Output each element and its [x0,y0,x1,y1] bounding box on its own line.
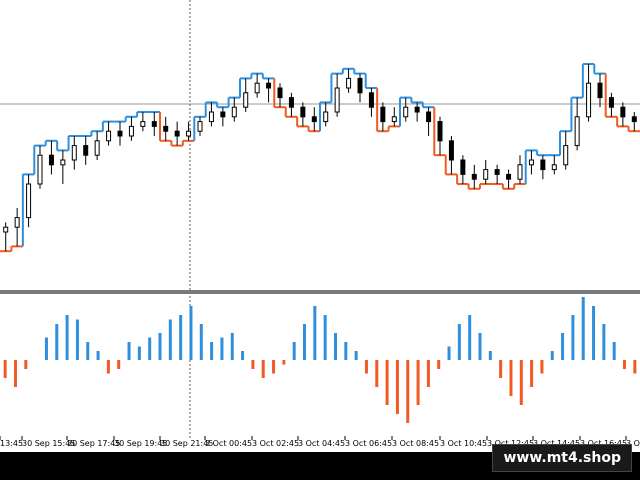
candle-body [608,97,614,108]
candle-body [277,87,283,99]
x-tick-label: 30 Sep 17:45 [67,439,120,448]
candle-body [3,226,9,233]
candle-body [414,106,420,113]
candle-body [311,116,317,123]
candle-body [163,125,169,132]
chart-area: 13:4530 Sep 15:4530 Sep 17:4530 Sep 19:4… [0,0,640,448]
candle-body [346,77,352,89]
candle-body [117,130,123,137]
x-tick-label: 3 Oct 04:45 [298,439,345,448]
candle-body [551,164,557,171]
candle-body [254,82,260,94]
price-candles [0,63,640,253]
candle-body [94,140,100,156]
watermark: www.mt4.shop [492,444,632,472]
candle-body [334,87,340,113]
x-tick-label: 3 Oct 02:45 [252,439,299,448]
x-tick-label: 3 Oct 08:45 [392,439,439,448]
candle-body [128,125,134,137]
candle-body [106,130,112,142]
x-tick-label: 3 Oct 00:45 [205,439,252,448]
candle-body [528,159,534,166]
candle-body [197,121,203,132]
candle-body [403,106,409,118]
candle-body [540,159,546,171]
candle-body [231,106,237,118]
candle-body [574,116,580,147]
candle-body [426,111,432,123]
candle-body [220,111,226,118]
candle-body [460,159,466,175]
candle-body [174,130,180,137]
candle-body [323,111,329,123]
candle-body [37,154,43,185]
candle-body [26,183,32,219]
oscillator-histogram [3,297,637,423]
candle-body [494,169,500,175]
candle-body [586,82,592,118]
candle-body [208,111,214,123]
candle-body [83,145,89,156]
candle-body [60,159,66,166]
candle-body [563,145,569,166]
candle-body [380,106,386,123]
candle-body [288,97,294,108]
candle-body [71,145,77,161]
candle-body [391,116,397,123]
candle-body [266,82,272,89]
candle-body [631,116,637,123]
x-tick-label: 3 Oct 10:45 [440,439,487,448]
candle-body [243,92,249,108]
candle-body [186,130,192,137]
x-tick-label: 13:45 [0,439,23,448]
candle-body [448,140,454,161]
x-tick-label: 3 Oct 06:45 [345,439,392,448]
candle-body [471,173,477,180]
candle-body [517,164,523,180]
candle-body [357,77,363,94]
candle-body [506,173,512,180]
candle-body [300,106,306,118]
candle-body [437,121,443,142]
panel-separator [0,290,640,294]
candle-body [597,82,603,99]
candle-body [483,169,489,180]
candle-body [140,121,146,127]
candle-body [368,92,374,108]
candle-body [48,154,54,166]
candle-body [151,121,157,127]
candle-body [14,217,20,228]
candle-body [620,106,626,118]
